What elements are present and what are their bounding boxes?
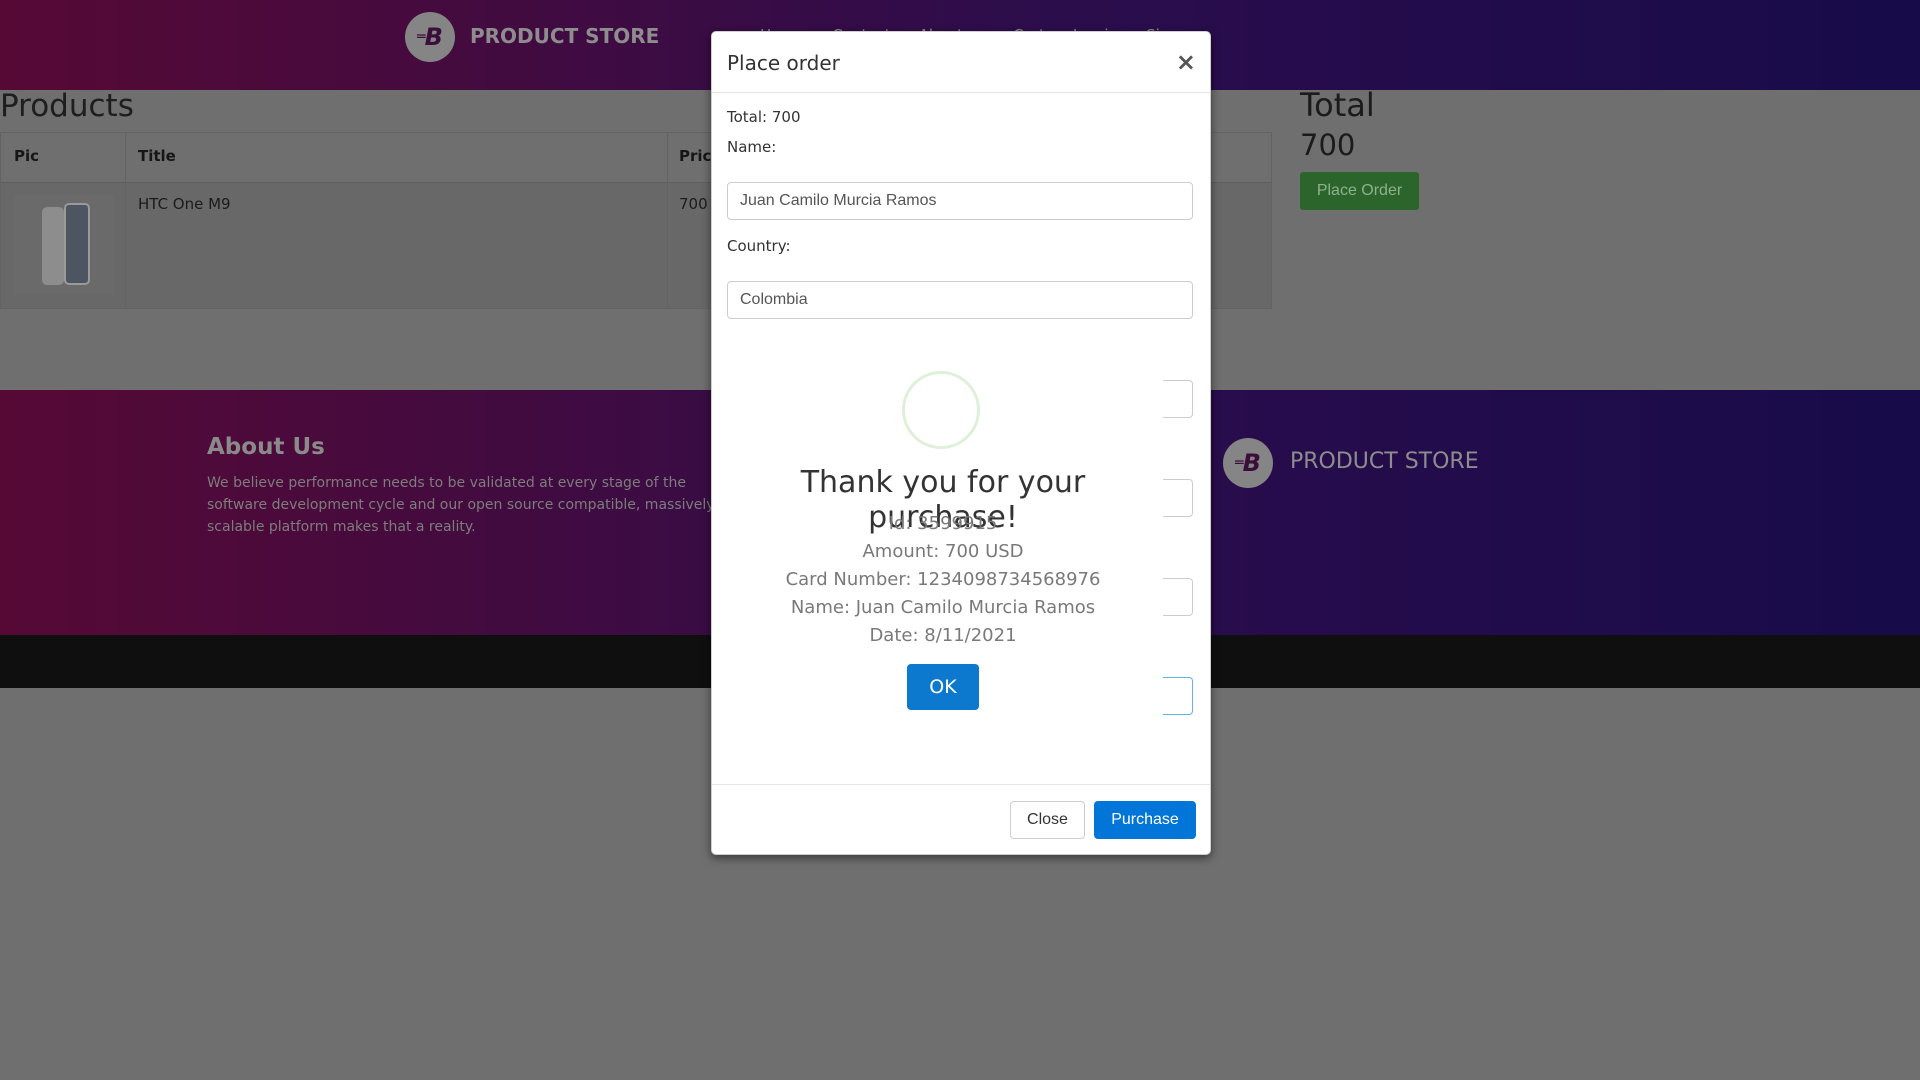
modal-header: Place order × <box>712 32 1210 93</box>
country-label: Country: <box>727 237 791 255</box>
city-field[interactable] <box>1163 380 1193 418</box>
month-field[interactable] <box>1163 578 1193 616</box>
product-price-cell: 700 <box>679 195 708 213</box>
column-header-title: Title <box>138 147 176 165</box>
products-title: Products <box>0 88 134 124</box>
order-id: Id: 3599915 <box>888 513 998 534</box>
product-title-cell: HTC One M9 <box>138 195 231 213</box>
name-label: Name: <box>727 138 777 156</box>
modal-total: Total: 700 <box>727 108 801 126</box>
about-title: About Us <box>207 434 325 460</box>
order-amount: Amount: 700 USD <box>862 541 1024 562</box>
total-value: 700 <box>1300 128 1356 162</box>
modal-footer: Close Purchase <box>712 784 1210 855</box>
about-text: We believe performance needs to be valid… <box>207 475 715 535</box>
name-field[interactable] <box>727 182 1193 220</box>
country-field[interactable] <box>727 281 1193 319</box>
order-name: Name: Juan Camilo Murcia Ramos <box>790 597 1096 618</box>
place-order-button[interactable]: Place Order <box>1300 172 1419 210</box>
column-divider <box>667 133 668 308</box>
total-heading: Total <box>1300 86 1375 124</box>
close-icon[interactable]: × <box>1176 48 1196 76</box>
year-field[interactable] <box>1163 677 1193 715</box>
close-button[interactable]: Close <box>1010 801 1085 839</box>
logo-icon[interactable]: ═ B <box>405 12 455 62</box>
purchase-button[interactable]: Purchase <box>1094 801 1196 839</box>
product-image <box>14 195 114 295</box>
phone-back <box>42 207 64 285</box>
modal-title: Place order <box>727 51 840 75</box>
navbar-brand[interactable]: PRODUCT STORE <box>470 24 659 48</box>
purchase-success-alert: Thank you for your purchase! Id: 3599915… <box>733 345 1153 745</box>
ok-button[interactable]: OK <box>907 664 979 710</box>
column-header-pic: Pic <box>14 147 40 165</box>
phone-front <box>64 203 90 285</box>
footer-brand: PRODUCT STORE <box>1290 449 1479 474</box>
success-icon <box>902 371 980 449</box>
credit-card-field[interactable] <box>1163 479 1193 517</box>
alert-details: Id: 3599915 Amount: 700 USD Card Number:… <box>733 510 1153 650</box>
order-card-number: Card Number: 1234098734568976 <box>785 569 1101 590</box>
footer-logo-icon: ═ B <box>1223 438 1273 488</box>
order-date: Date: 8/11/2021 <box>869 625 1017 646</box>
column-divider <box>125 133 126 308</box>
